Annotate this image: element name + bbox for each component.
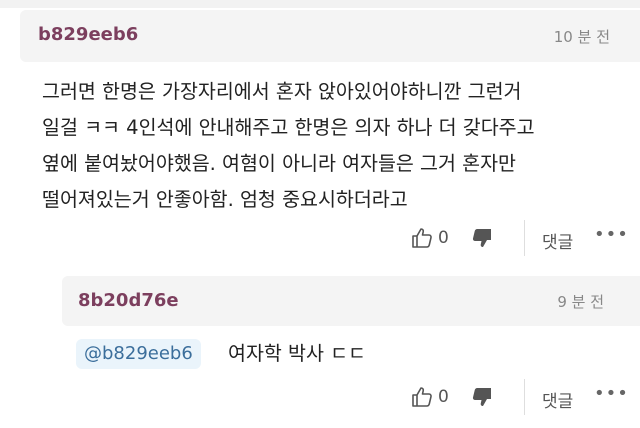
action-divider <box>524 379 525 415</box>
comment-username[interactable]: b829eeb6 <box>38 24 138 45</box>
mention-tag[interactable]: @b829eeb6 <box>76 339 201 369</box>
comment-body: 그러면 한명은 가장자리에서 혼자 앉아있어야하니깐 그런거 일걸 ㅋㅋ 4인석… <box>42 74 632 218</box>
reply-timestamp: 9 분 전 <box>557 293 604 311</box>
thumbs-up-icon[interactable] <box>410 385 434 413</box>
thumbs-down-icon[interactable] <box>470 226 494 254</box>
reply-username[interactable]: 8b20d76e <box>78 290 179 311</box>
comment-line: 떨어져있는거 안좋아함. 엄청 중요시하더라고 <box>42 188 408 211</box>
comment-actions: 0 댓글 ••• <box>406 220 636 256</box>
like-count: 0 <box>438 228 449 248</box>
comment-line: 일걸 ㅋㅋ 4인석에 안내해주고 한명은 의자 하나 더 갖다주고 <box>42 116 535 139</box>
top-divider <box>0 0 640 8</box>
more-icon[interactable]: ••• <box>594 224 629 245</box>
reply-button[interactable]: 댓글 <box>542 228 573 253</box>
reply-actions: 0 댓글 ••• <box>406 379 636 415</box>
comment-line: 그러면 한명은 가장자리에서 혼자 앉아있어야하니깐 그런거 <box>42 80 522 103</box>
comment-timestamp: 10 분 전 <box>553 28 610 46</box>
thumbs-down-icon[interactable] <box>470 385 494 413</box>
thumbs-up-icon[interactable] <box>410 226 434 254</box>
reply-header: 8b20d76e 9 분 전 <box>62 276 640 326</box>
comment-line: 옆에 붙여놨어야했음. 여혐이 아니라 여자들은 그거 혼자만 <box>42 152 516 175</box>
action-divider <box>524 220 525 256</box>
more-icon[interactable]: ••• <box>594 383 629 404</box>
like-count: 0 <box>438 387 449 407</box>
reply-body: 여자학 박사 ㄷㄷ <box>228 342 366 365</box>
reply-button[interactable]: 댓글 <box>542 387 573 412</box>
comment-header: b829eeb6 10 분 전 <box>20 10 640 62</box>
